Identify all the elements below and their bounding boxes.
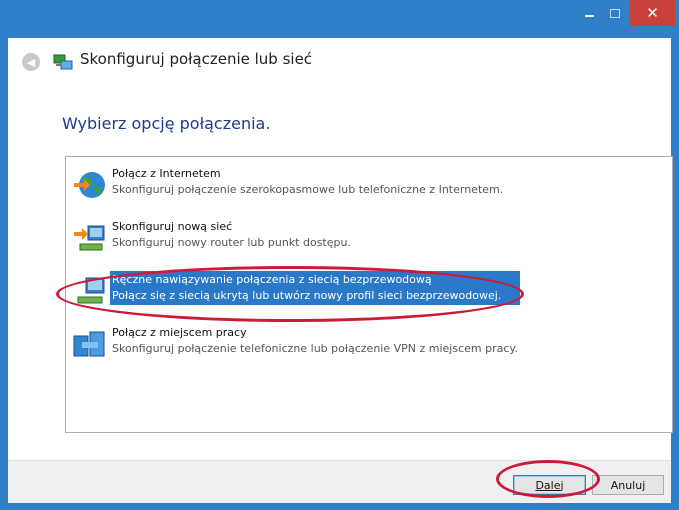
option-workplace[interactable]: Połącz z miejscem pracy Skonfiguruj połą… [72, 326, 522, 364]
globe-icon [74, 172, 105, 198]
back-button[interactable]: ◀ [22, 53, 40, 71]
maximize-icon [610, 8, 620, 18]
window-title: Skonfiguruj połączenie lub sieć [80, 50, 313, 68]
cancel-button[interactable]: Anuluj [592, 475, 664, 495]
option-description: Skonfiguruj połączenie szerokopasmowe lu… [112, 183, 504, 196]
option-description: Skonfiguruj połączenie telefoniczne lub … [112, 342, 518, 355]
setup-window: ✕ ◀ Skonfiguruj połączenie lub sieć Wybi… [0, 0, 679, 510]
option-new-network[interactable]: Skonfiguruj nową sieć Skonfiguruj nowy r… [72, 220, 522, 258]
close-button[interactable]: ✕ [630, 0, 675, 26]
dialog-header: ◀ Skonfiguruj połączenie lub sieć [8, 38, 671, 84]
option-description: Skonfiguruj nowy router lub punkt dostęp… [112, 236, 351, 249]
option-title: Połącz z miejscem pracy [112, 326, 247, 339]
minimize-icon [584, 15, 594, 17]
annotation-ellipse-option [56, 266, 524, 322]
workplace-icon [73, 331, 105, 357]
option-title: Połącz z Internetem [112, 167, 221, 180]
option-title: Skonfiguruj nową sieć [112, 220, 233, 233]
annotation-ellipse-next [496, 460, 600, 498]
page-heading: Wybierz opcję połączenia. [62, 114, 271, 133]
maximize-button[interactable] [603, 0, 627, 26]
back-arrow-icon: ◀ [26, 55, 36, 69]
title-bar: ✕ [0, 0, 679, 38]
router-icon [74, 225, 105, 251]
close-icon: ✕ [646, 3, 659, 22]
network-setup-icon [53, 54, 73, 70]
option-connect-internet[interactable]: Połącz z Internetem Skonfiguruj połączen… [72, 167, 522, 205]
minimize-button[interactable] [577, 0, 601, 26]
